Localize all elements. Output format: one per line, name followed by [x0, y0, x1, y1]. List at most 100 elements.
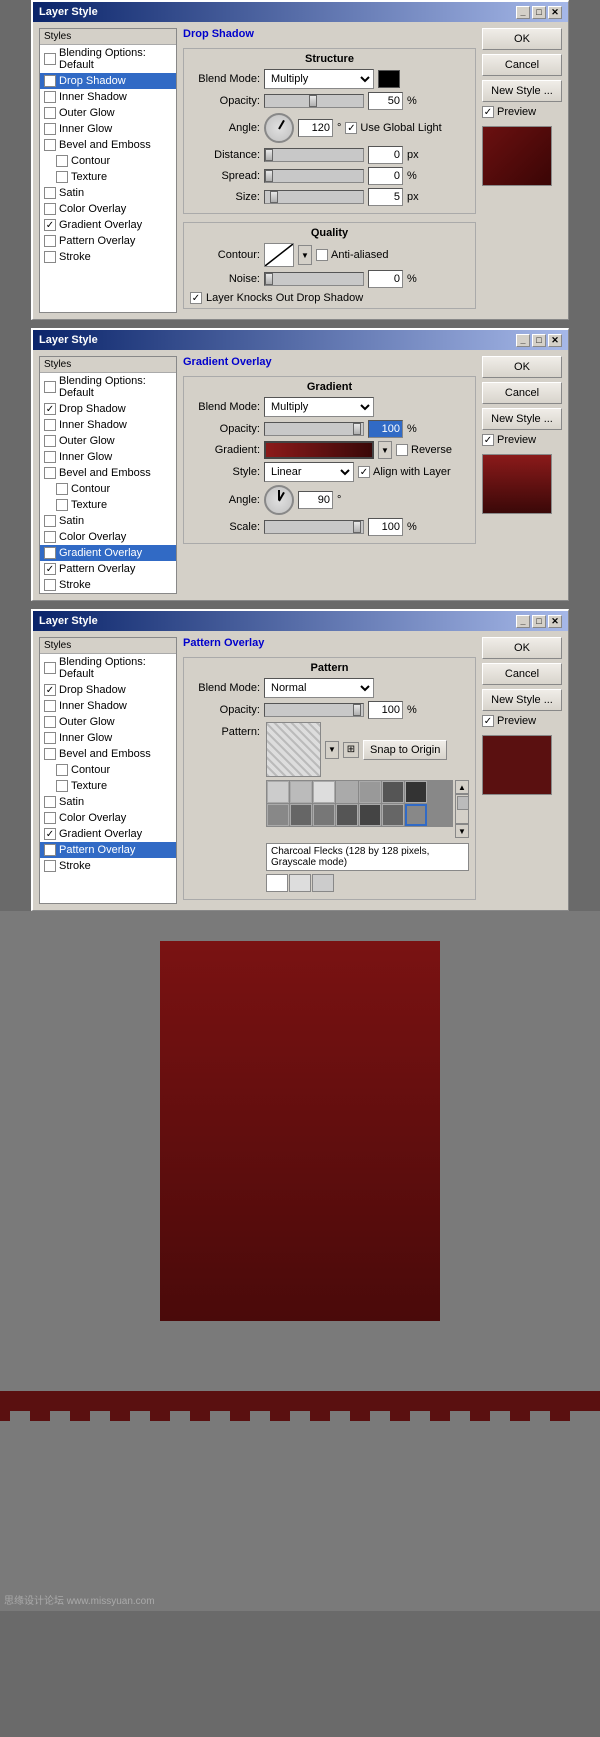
pattern-cell-3-7[interactable]	[267, 804, 289, 826]
pattern-cell-3-3[interactable]	[336, 781, 358, 803]
minimize-btn-1[interactable]: _	[516, 6, 530, 19]
checkbox2-outer-glow[interactable]	[44, 435, 56, 447]
sidebar3-pattern-overlay[interactable]: Pattern Overlay	[40, 842, 176, 858]
maximize-btn-1[interactable]: □	[532, 6, 546, 19]
blend-mode-select-1[interactable]: Multiply	[264, 69, 374, 89]
scroll-up-3[interactable]: ▲	[455, 780, 469, 794]
anti-aliased-label-1[interactable]: Anti-aliased	[316, 249, 388, 261]
close-btn-2[interactable]: ✕	[548, 334, 562, 347]
align-layer-checkbox-2[interactable]	[358, 466, 370, 478]
pattern-cell-3-0[interactable]	[267, 781, 289, 803]
style-select-2[interactable]: Linear Radial Angle Reflected Diamond	[264, 462, 354, 482]
preview-label-1[interactable]: Preview	[482, 106, 562, 118]
sidebar-item-satin-1[interactable]: Satin	[40, 185, 176, 201]
sidebar3-outer-glow[interactable]: Outer Glow	[40, 714, 176, 730]
gradient-dropdown-2[interactable]: ▼	[378, 441, 392, 459]
ok-button-1[interactable]: OK	[482, 28, 562, 50]
checkbox2-color-overlay[interactable]	[44, 531, 56, 543]
sidebar2-outer-glow[interactable]: Outer Glow	[40, 433, 176, 449]
pattern-cell-3-12[interactable]	[382, 804, 404, 826]
checkbox3-contour[interactable]	[56, 764, 68, 776]
checkbox2-satin[interactable]	[44, 515, 56, 527]
checkbox-texture-1[interactable]	[56, 171, 68, 183]
sidebar-item-texture-1[interactable]: Texture	[40, 169, 176, 185]
sidebar3-inner-glow[interactable]: Inner Glow	[40, 730, 176, 746]
sidebar2-inner-shadow[interactable]: Inner Shadow	[40, 417, 176, 433]
opacity-input-1[interactable]	[368, 92, 403, 110]
sidebar3-blending[interactable]: Blending Options: Default	[40, 654, 176, 682]
checkbox-outer-glow-1[interactable]	[44, 107, 56, 119]
sidebar3-color-overlay[interactable]: Color Overlay	[40, 810, 176, 826]
reverse-label-2[interactable]: Reverse	[396, 444, 452, 456]
close-btn-3[interactable]: ✕	[548, 615, 562, 628]
checkbox-color-overlay-1[interactable]	[44, 203, 56, 215]
pattern-cell-3-8[interactable]	[290, 804, 312, 826]
checkbox2-blending[interactable]	[44, 381, 56, 393]
pattern-cell-3-9[interactable]	[313, 804, 335, 826]
preview-checkbox-1[interactable]	[482, 106, 494, 118]
opacity-slider-1[interactable]	[264, 94, 364, 108]
sidebar-item-outer-glow-1[interactable]: Outer Glow	[40, 105, 176, 121]
angle-input-2[interactable]	[298, 491, 333, 509]
sidebar3-drop-shadow[interactable]: Drop Shadow	[40, 682, 176, 698]
checkbox3-gradient-overlay[interactable]	[44, 828, 56, 840]
checkbox2-drop-shadow[interactable]	[44, 403, 56, 415]
sidebar2-blending[interactable]: Blending Options: Default	[40, 373, 176, 401]
sidebar2-stroke[interactable]: Stroke	[40, 577, 176, 593]
sidebar-item-blending-1[interactable]: Blending Options: Default	[40, 45, 176, 73]
checkbox3-texture[interactable]	[56, 780, 68, 792]
anti-aliased-checkbox-1[interactable]	[316, 249, 328, 261]
checkbox-gradient-overlay-1[interactable]	[44, 219, 56, 231]
blend-mode-select-3[interactable]: Normal	[264, 678, 374, 698]
scale-slider-2[interactable]	[264, 520, 364, 534]
checkbox2-inner-shadow[interactable]	[44, 419, 56, 431]
sidebar2-contour[interactable]: Contour	[40, 481, 176, 497]
checkbox-inner-glow-1[interactable]	[44, 123, 56, 135]
sidebar3-inner-shadow[interactable]: Inner Shadow	[40, 698, 176, 714]
checkbox3-inner-shadow[interactable]	[44, 700, 56, 712]
checkbox2-gradient-overlay[interactable]	[44, 547, 56, 559]
pattern-cell-3-4[interactable]	[359, 781, 381, 803]
sidebar-item-inner-glow-1[interactable]: Inner Glow	[40, 121, 176, 137]
pattern-cell-3-1[interactable]	[290, 781, 312, 803]
sidebar-item-inner-shadow-1[interactable]: Inner Shadow	[40, 89, 176, 105]
sidebar-item-contour-1[interactable]: Contour	[40, 153, 176, 169]
angle-dial-2[interactable]	[264, 485, 294, 515]
sidebar3-texture[interactable]: Texture	[40, 778, 176, 794]
checkbox-stroke-1[interactable]	[44, 251, 56, 263]
cancel-button-3[interactable]: Cancel	[482, 663, 562, 685]
sidebar2-inner-glow[interactable]: Inner Glow	[40, 449, 176, 465]
preview-label-2[interactable]: Preview	[482, 434, 562, 446]
new-pattern-btn-3[interactable]: ⊞	[343, 742, 359, 758]
checkbox2-contour[interactable]	[56, 483, 68, 495]
spread-input-1[interactable]	[368, 167, 403, 185]
checkbox3-blending[interactable]	[44, 662, 56, 674]
checkbox2-inner-glow[interactable]	[44, 451, 56, 463]
global-light-checkbox-1[interactable]	[345, 122, 357, 134]
pe-2[interactable]	[289, 874, 311, 892]
ok-button-2[interactable]: OK	[482, 356, 562, 378]
sidebar2-gradient-overlay[interactable]: Gradient Overlay	[40, 545, 176, 561]
layer-knocks-checkbox-1[interactable]	[190, 292, 202, 304]
sidebar-item-gradient-overlay-1[interactable]: Gradient Overlay	[40, 217, 176, 233]
preview-checkbox-3[interactable]	[482, 715, 494, 727]
opacity-input-2[interactable]	[368, 420, 403, 438]
checkbox2-texture[interactable]	[56, 499, 68, 511]
pattern-thumb-3[interactable]	[266, 722, 321, 777]
opacity-slider-2[interactable]	[264, 422, 364, 436]
shadow-color-swatch-1[interactable]	[378, 70, 400, 88]
sidebar-item-color-overlay-1[interactable]: Color Overlay	[40, 201, 176, 217]
pe-1[interactable]	[266, 874, 288, 892]
checkbox3-satin[interactable]	[44, 796, 56, 808]
angle-input-1[interactable]	[298, 119, 333, 137]
reverse-checkbox-2[interactable]	[396, 444, 408, 456]
pattern-cell-3-6[interactable]	[405, 781, 427, 803]
minimize-btn-2[interactable]: _	[516, 334, 530, 347]
checkbox3-outer-glow[interactable]	[44, 716, 56, 728]
cancel-button-1[interactable]: Cancel	[482, 54, 562, 76]
checkbox-inner-shadow-1[interactable]	[44, 91, 56, 103]
scale-input-2[interactable]	[368, 518, 403, 536]
maximize-btn-3[interactable]: □	[532, 615, 546, 628]
sidebar3-bevel[interactable]: Bevel and Emboss	[40, 746, 176, 762]
checkbox2-bevel[interactable]	[44, 467, 56, 479]
